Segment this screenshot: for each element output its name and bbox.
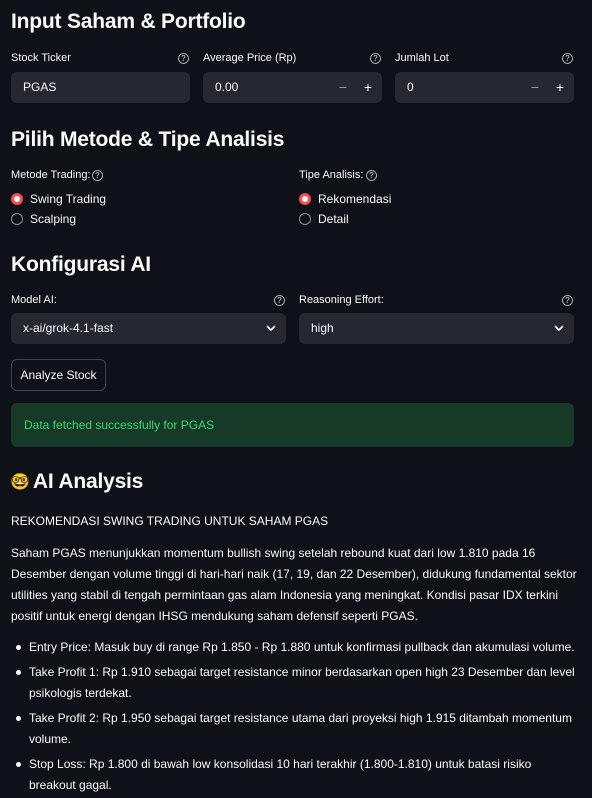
analysis-type-label: Tipe Analisis: bbox=[299, 169, 364, 181]
list-item: Stop Loss: Rp 1.800 di bawah low konsoli… bbox=[11, 754, 579, 796]
radio-label: Scalping bbox=[30, 212, 77, 226]
list-item: Entry Price: Masuk buy di range Rp 1.850… bbox=[11, 637, 579, 658]
analysis-type-help-icon[interactable]: ? bbox=[366, 170, 377, 181]
radio-label: Rekomendasi bbox=[318, 192, 392, 206]
lot-value: 0 bbox=[407, 80, 414, 94]
radio-unselected-icon bbox=[11, 213, 23, 225]
trading-method-label: Metode Trading: bbox=[11, 169, 91, 181]
analysis-title-row: 🤓 AI Analysis bbox=[10, 470, 143, 494]
radio-label: Detail bbox=[318, 212, 349, 226]
model-select[interactable]: x-ai/grok-4.1-fast bbox=[11, 313, 286, 344]
lot-input[interactable]: 0 − + bbox=[395, 72, 574, 103]
analysis-bullets: Entry Price: Masuk buy di range Rp 1.850… bbox=[11, 637, 579, 798]
avg-price-increment-button[interactable]: + bbox=[356, 72, 380, 103]
avg-price-help-icon[interactable]: ? bbox=[370, 53, 381, 64]
avg-price-label: Average Price (Rp) bbox=[203, 52, 297, 64]
lot-help-icon[interactable]: ? bbox=[562, 53, 573, 64]
radio-scalping[interactable]: Scalping bbox=[11, 212, 76, 226]
radio-rekomendasi[interactable]: Rekomendasi bbox=[299, 192, 391, 206]
radio-selected-icon bbox=[299, 193, 311, 205]
ticker-input[interactable]: PGAS bbox=[11, 72, 190, 103]
lot-increment-button[interactable]: + bbox=[548, 72, 572, 103]
analysis-heading: REKOMENDASI SWING TRADING UNTUK SAHAM PG… bbox=[11, 514, 329, 528]
success-alert: Data fetched successfully for PGAS bbox=[11, 403, 574, 447]
effort-select-value: high bbox=[311, 321, 334, 335]
chevron-down-icon bbox=[554, 325, 564, 331]
analysis-summary: Saham PGAS menunjukkan momentum bullish … bbox=[11, 546, 577, 623]
model-select-value: x-ai/grok-4.1-fast bbox=[23, 321, 114, 335]
avg-price-decrement-button[interactable]: − bbox=[331, 72, 355, 103]
radio-detail[interactable]: Detail bbox=[299, 212, 349, 226]
analyze-stock-button[interactable]: Analyze Stock bbox=[11, 359, 106, 391]
section-title-method: Pilih Metode & Tipe Analisis bbox=[11, 128, 285, 151]
effort-label: Reasoning Effort: bbox=[299, 294, 384, 306]
effort-select[interactable]: high bbox=[299, 313, 574, 344]
section-title-config: Konfigurasi AI bbox=[11, 253, 151, 276]
radio-selected-icon bbox=[11, 193, 23, 205]
radio-unselected-icon bbox=[299, 213, 311, 225]
lot-decrement-button[interactable]: − bbox=[523, 72, 547, 103]
lot-label: Jumlah Lot bbox=[395, 52, 449, 64]
model-help-icon[interactable]: ? bbox=[274, 295, 285, 306]
section-title-input: Input Saham & Portfolio bbox=[11, 10, 246, 33]
trading-method-help-icon[interactable]: ? bbox=[92, 170, 103, 181]
list-item: Take Profit 1: Rp 1.910 sebagai target r… bbox=[11, 662, 579, 704]
avg-price-value: 0.00 bbox=[215, 80, 239, 94]
avg-price-input[interactable]: 0.00 − + bbox=[203, 72, 382, 103]
chevron-down-icon bbox=[266, 325, 276, 331]
effort-help-icon[interactable]: ? bbox=[562, 295, 573, 306]
list-item: Take Profit 2: Rp 1.950 sebagai target r… bbox=[11, 708, 579, 750]
nerd-face-icon: 🤓 bbox=[10, 474, 30, 491]
model-label: Model AI: bbox=[11, 294, 57, 306]
radio-swing-trading[interactable]: Swing Trading bbox=[11, 192, 106, 206]
ticker-label: Stock Ticker bbox=[11, 52, 71, 64]
radio-label: Swing Trading bbox=[30, 192, 107, 206]
section-title-analysis: AI Analysis bbox=[32, 470, 144, 493]
ticker-help-icon[interactable]: ? bbox=[178, 53, 189, 64]
